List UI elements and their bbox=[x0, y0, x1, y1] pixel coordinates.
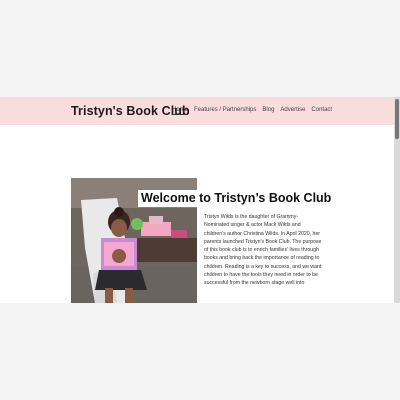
nav-item-blog[interactable]: Blog bbox=[262, 107, 274, 115]
nav-item-features-partnerships[interactable]: Features / Partnerships bbox=[194, 107, 256, 115]
nav-item-advertise[interactable]: Advertise bbox=[280, 107, 305, 115]
bio-paragraph: Tristyn Wilds is the daughter of Grammy-… bbox=[204, 214, 322, 287]
browser-viewport: Tristyn's Book Club Home Features / Part… bbox=[0, 97, 400, 303]
site-header: Tristyn's Book Club Home Features / Part… bbox=[0, 97, 394, 125]
welcome-heading: Welcome to Tristyn’s Book Club bbox=[138, 190, 336, 207]
nav-item-contact[interactable]: Contact bbox=[311, 107, 332, 115]
scrollbar-thumb[interactable] bbox=[395, 99, 399, 139]
nav-item-home[interactable]: Home bbox=[172, 107, 189, 115]
page-scrollbar[interactable] bbox=[394, 97, 400, 303]
main-nav: Home Features / Partnerships Blog Advert… bbox=[172, 107, 332, 115]
